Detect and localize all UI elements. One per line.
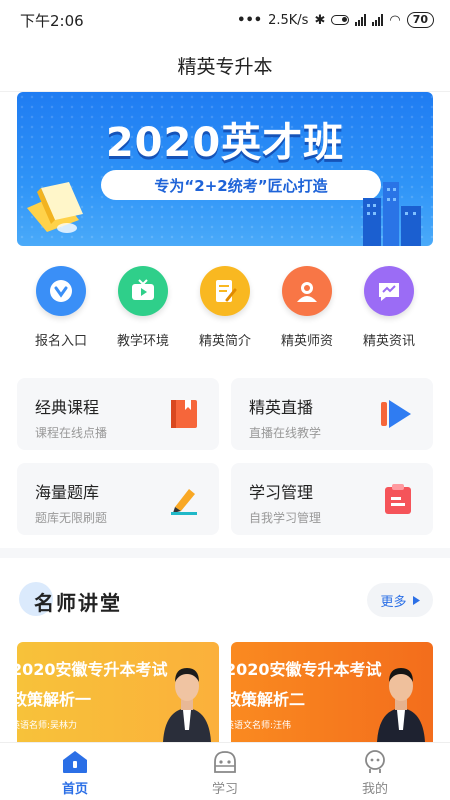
- card-live[interactable]: 精英直播 直播在线教学: [231, 378, 433, 450]
- bluetooth-icon: ✱: [314, 12, 326, 28]
- lecture-title: 2020安徽专升本考试: [231, 660, 382, 679]
- play-arrow-icon: [412, 595, 420, 605]
- quick-entry-intro[interactable]: 精英简介: [186, 266, 264, 356]
- live-play-icon: [381, 400, 411, 428]
- quick-entry-label: 精英资讯: [362, 334, 415, 349]
- more-dots-icon: •••: [237, 12, 263, 28]
- quick-entry-label: 精英师资: [280, 334, 333, 349]
- card-subtitle: 课程在线点播: [35, 426, 108, 440]
- tab-label: 首页: [61, 782, 88, 797]
- book-illustration-icon: [27, 182, 83, 233]
- page-title: 精英专升本: [0, 40, 450, 92]
- tab-home[interactable]: 首页: [0, 743, 150, 800]
- banner-title: 2020英才班: [105, 120, 345, 166]
- lecture-teacher: 英语文名师:汪伟: [231, 721, 292, 731]
- quick-entry-label: 教学环境: [116, 334, 169, 349]
- card-classic-courses[interactable]: 经典课程 课程在线点播: [17, 378, 219, 450]
- toggle-icon: [331, 15, 350, 25]
- more-button-label: 更多: [380, 594, 407, 610]
- status-time: 下午2:06: [20, 11, 84, 30]
- promo-banner[interactable]: 2020英才班 专为“2+2统考”匠心打造: [17, 92, 433, 246]
- network-speed: 2.5K/s: [268, 12, 309, 28]
- teacher-icon: [282, 266, 332, 316]
- wifi-icon: ◠: [389, 12, 401, 28]
- card-title: 学习管理: [249, 483, 314, 502]
- news-icon: [364, 266, 414, 316]
- lecture-card[interactable]: 2020安徽专升本考试 政策解析二 英语文名师:汪伟: [231, 642, 433, 742]
- pencil-icon: [171, 489, 197, 515]
- signup-icon: [36, 266, 86, 316]
- tab-study[interactable]: 学习: [150, 743, 300, 800]
- lecture-teacher: 英语名师:吴林力: [17, 721, 78, 731]
- tv-icon: [118, 266, 168, 316]
- card-subtitle: 自我学习管理: [249, 511, 322, 525]
- banner-subtitle: 专为“2+2统考”匠心打造: [101, 170, 381, 200]
- home-icon: [63, 751, 87, 773]
- lecture-title: 2020安徽专升本考试: [17, 660, 168, 679]
- section-title: 名师讲堂: [34, 591, 122, 615]
- quick-entry-teachers[interactable]: 精英师资: [268, 266, 346, 356]
- lecture-subtitle: 政策解析一: [17, 690, 92, 709]
- profile-icon: [365, 750, 385, 773]
- quick-entry-label: 精英简介: [198, 334, 251, 349]
- card-study-management[interactable]: 学习管理 自我学习管理: [231, 463, 433, 535]
- teacher-photo: [163, 668, 211, 742]
- document-edit-icon: [200, 266, 250, 316]
- lecture-card[interactable]: 2020安徽专升本考试 政策解析一 英语名师:吴林力: [17, 642, 219, 742]
- tab-label: 学习: [211, 782, 238, 797]
- battery-icon: 70: [406, 12, 434, 28]
- signal-icon-2: [372, 14, 384, 26]
- lecture-subtitle: 政策解析二: [231, 690, 306, 709]
- quick-entry-row: 报名入口 教学环境 精英简介 精英师资 精英资讯: [0, 266, 450, 356]
- more-button[interactable]: 更多: [367, 583, 433, 617]
- card-subtitle: 直播在线教学: [249, 426, 322, 440]
- card-title: 经典课程: [35, 398, 100, 417]
- city-illustration-icon: [363, 182, 421, 246]
- section-divider: [0, 548, 450, 558]
- quick-entry-label: 报名入口: [34, 334, 87, 349]
- tab-label: 我的: [361, 782, 388, 797]
- study-icon: [214, 751, 236, 773]
- card-title: 精英直播: [249, 398, 314, 417]
- signal-icon: [355, 14, 367, 26]
- clipboard-icon: [385, 484, 411, 514]
- card-title: 海量题库: [35, 483, 100, 502]
- tab-profile[interactable]: 我的: [300, 743, 450, 800]
- bottom-tab-bar: 首页 学习 我的: [0, 742, 450, 800]
- quick-entry-news[interactable]: 精英资讯: [350, 266, 428, 356]
- card-question-bank[interactable]: 海量题库 题库无限刷题: [17, 463, 219, 535]
- book-icon: [171, 400, 197, 428]
- teacher-photo: [377, 668, 425, 742]
- card-subtitle: 题库无限刷题: [35, 511, 108, 525]
- status-bar: 下午2:06 ••• 2.5K/s ✱ ◠ 70: [0, 0, 450, 40]
- quick-entry-environment[interactable]: 教学环境: [104, 266, 182, 356]
- status-icons: ••• 2.5K/s ✱ ◠ 70: [237, 12, 434, 28]
- quick-entry-signup[interactable]: 报名入口: [22, 266, 100, 356]
